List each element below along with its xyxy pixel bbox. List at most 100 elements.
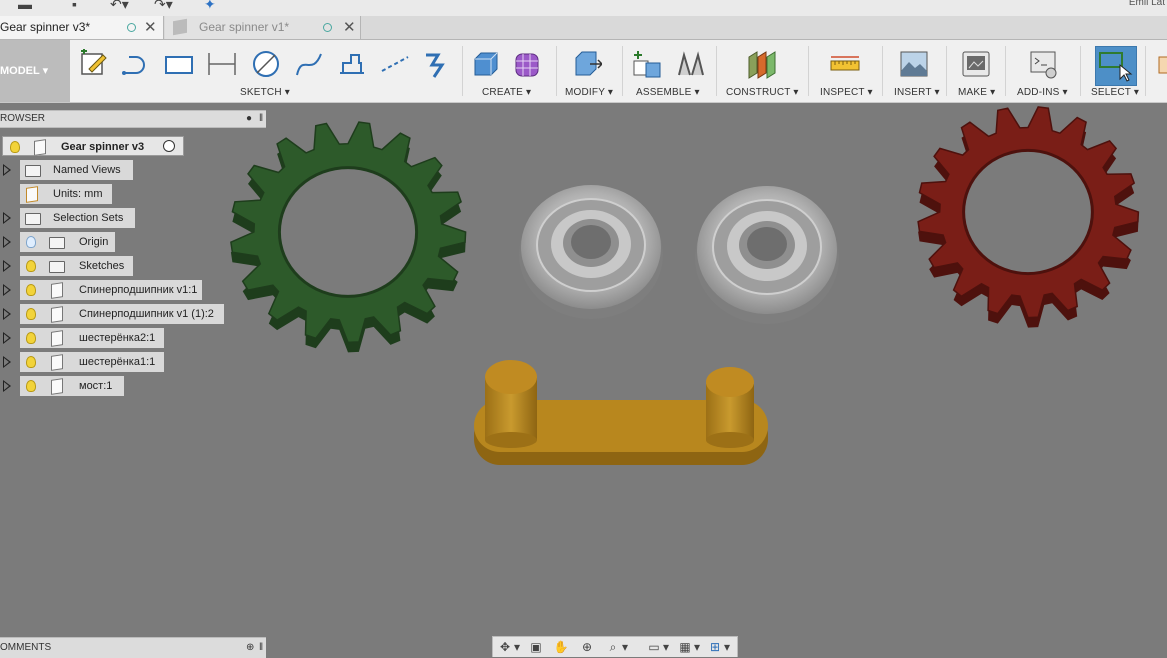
visibility-bulb-icon[interactable] — [26, 356, 36, 368]
visibility-bulb-icon[interactable] — [26, 308, 36, 320]
root-chip[interactable]: Gear spinner v3 — [2, 136, 184, 156]
collapse-panel-icon[interactable]: ● — [246, 111, 252, 127]
form-icon[interactable] — [513, 49, 543, 79]
orbit-dropdown-icon[interactable]: ▾ — [513, 640, 521, 654]
toolbar-divider — [622, 46, 623, 96]
undo-icon[interactable]: ↶▾ — [110, 0, 129, 13]
file-menu-icon[interactable]: ▬ — [18, 0, 32, 12]
offset-tool-icon[interactable] — [337, 49, 367, 79]
viewports-dropdown-icon[interactable]: ▾ — [723, 640, 731, 654]
grid-settings-icon[interactable]: ▦ — [677, 640, 693, 654]
fit-dropdown-icon[interactable]: ▾ — [621, 640, 629, 654]
viewports-icon[interactable]: ⊞ — [707, 640, 723, 654]
job-status-icon[interactable]: ✦ — [204, 0, 216, 13]
gear-green-model[interactable] — [230, 121, 467, 353]
expand-arrow-icon[interactable] — [3, 236, 11, 248]
extrude-icon[interactable] — [471, 49, 501, 79]
group-add-ins[interactable]: ADD-INS ▾ — [1017, 87, 1068, 98]
tab-status-icon — [323, 23, 332, 32]
panel-resize-handle[interactable]: ‖ — [259, 638, 263, 658]
tree-chip: Sketches — [20, 256, 133, 276]
bearing-right-model[interactable] — [695, 186, 839, 324]
tree-item-label: Спинерподшипник v1 (1):2 — [79, 308, 214, 320]
tree-chip: мост:1 — [20, 376, 124, 396]
position-icon[interactable] — [1157, 49, 1167, 79]
group-modify[interactable]: MODIFY ▾ — [565, 87, 613, 98]
group-inspect[interactable]: INSPECT ▾ — [820, 87, 873, 98]
visibility-bulb-icon[interactable] — [26, 236, 36, 248]
create-sketch-icon[interactable] — [79, 49, 109, 79]
visibility-bulb-icon[interactable] — [26, 380, 36, 392]
toolbar-divider — [1145, 46, 1146, 96]
expand-arrow-icon[interactable] — [3, 308, 11, 320]
stop-sketch-icon[interactable] — [422, 49, 452, 79]
display-dropdown-icon[interactable]: ▾ — [662, 640, 670, 654]
visibility-bulb-icon[interactable] — [26, 284, 36, 296]
expand-arrow-icon[interactable] — [3, 284, 11, 296]
insert-image-icon[interactable] — [899, 49, 929, 79]
ribbon-toolbar: MODEL ▾ SKETCH ▾ CREATE ▾ MODIFY ▾ ASSEM… — [0, 40, 1167, 103]
zoom-icon[interactable]: ⊕ — [579, 640, 595, 654]
joint-icon[interactable] — [676, 49, 706, 79]
expand-arrow-icon[interactable] — [3, 260, 11, 272]
measure-icon[interactable] — [830, 49, 860, 79]
panel-resize-handle[interactable]: ‖ — [259, 111, 263, 127]
visibility-bulb-icon[interactable] — [10, 141, 20, 153]
3d-print-icon[interactable] — [961, 49, 991, 79]
scripts-addins-icon[interactable] — [1029, 49, 1059, 79]
gear-red-model[interactable] — [917, 106, 1140, 328]
user-account[interactable]: Emil Lat — [1129, 0, 1165, 8]
group-sketch[interactable]: SKETCH ▾ — [240, 87, 290, 98]
display-settings-icon[interactable]: ▭ — [646, 640, 662, 654]
redo-icon[interactable]: ↷▾ — [154, 0, 173, 13]
expand-arrow-icon[interactable] — [3, 164, 11, 176]
bridge-model[interactable] — [474, 360, 768, 465]
spline-tool-icon[interactable] — [294, 49, 324, 79]
group-insert[interactable]: INSERT ▾ — [894, 87, 940, 98]
group-assemble[interactable]: ASSEMBLE ▾ — [636, 87, 700, 98]
workspace-switcher[interactable]: MODEL ▾ — [0, 40, 70, 102]
fit-icon[interactable]: ⌕ — [605, 640, 621, 654]
pan-icon[interactable]: ✋ — [553, 640, 569, 654]
component-icon — [51, 282, 63, 299]
visibility-bulb-icon[interactable] — [26, 260, 36, 272]
folder-icon — [25, 213, 41, 225]
group-construct[interactable]: CONSTRUCT ▾ — [726, 87, 799, 98]
orbit-icon[interactable]: ✥ — [497, 640, 513, 654]
folder-icon — [25, 165, 41, 177]
circle-tool-icon[interactable] — [251, 49, 281, 79]
line-tool-icon[interactable] — [121, 49, 151, 79]
rectangle-tool-icon[interactable] — [164, 49, 194, 79]
tree-item-label: Sketches — [79, 260, 125, 272]
expand-arrow-icon[interactable] — [3, 332, 11, 344]
tree-chip: Спинерподшипник v1:1 — [20, 280, 202, 300]
group-make[interactable]: MAKE ▾ — [958, 87, 995, 98]
dimension-tool-icon[interactable] — [207, 49, 237, 79]
toolbar-divider — [556, 46, 557, 96]
look-at-icon[interactable]: ▣ — [528, 640, 544, 654]
tree-item-label: Units: mm — [53, 188, 103, 200]
add-comment-icon[interactable]: ⊕ — [246, 638, 254, 658]
expand-arrow-icon[interactable] — [3, 380, 11, 392]
toolbar-divider — [716, 46, 717, 96]
save-icon[interactable]: ▪ — [72, 0, 77, 12]
visibility-bulb-icon[interactable] — [26, 332, 36, 344]
new-component-icon[interactable] — [632, 49, 662, 79]
group-create[interactable]: CREATE ▾ — [482, 87, 531, 98]
bearing-left-model[interactable] — [519, 185, 663, 319]
offset-plane-icon[interactable] — [746, 49, 776, 79]
activate-radio-icon[interactable] — [163, 140, 175, 152]
press-pull-icon[interactable] — [572, 49, 602, 79]
select-button[interactable] — [1095, 46, 1137, 86]
construction-line-icon[interactable] — [380, 49, 410, 79]
close-icon[interactable]: ✕ — [343, 16, 356, 39]
folder-icon — [49, 237, 65, 249]
group-select[interactable]: SELECT ▾ — [1091, 87, 1139, 98]
tab-gear-spinner-v1[interactable]: Gear spinner v1* ✕ — [165, 16, 361, 39]
expand-arrow-icon[interactable] — [3, 356, 11, 368]
close-icon[interactable]: ✕ — [144, 16, 157, 39]
tab-gear-spinner-v3[interactable]: Gear spinner v3* ✕ — [0, 16, 164, 39]
expand-arrow-icon[interactable] — [3, 212, 11, 224]
grid-dropdown-icon[interactable]: ▾ — [693, 640, 701, 654]
toolbar-divider — [882, 46, 883, 96]
